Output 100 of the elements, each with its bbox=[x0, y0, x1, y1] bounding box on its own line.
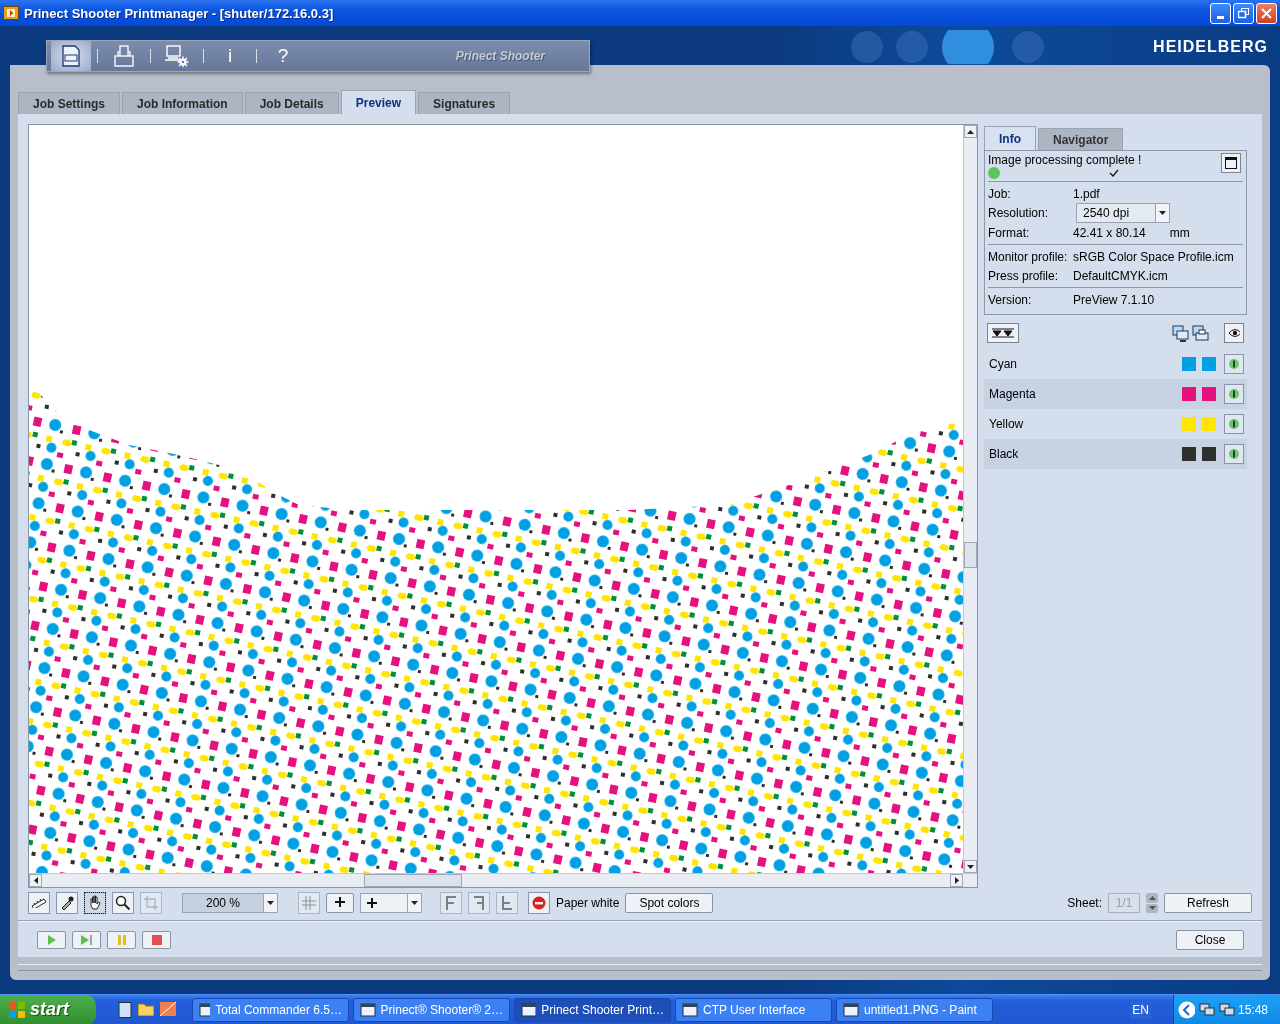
step-button[interactable] bbox=[72, 931, 101, 949]
calculator-icon[interactable] bbox=[118, 1001, 132, 1018]
info-label: Resolution: bbox=[988, 206, 1050, 220]
brand-logo: HEIDELBERG bbox=[1153, 38, 1268, 57]
close-button[interactable]: Close bbox=[1176, 930, 1244, 950]
checkmark-icon bbox=[1109, 169, 1119, 177]
toolbar-button[interactable]: ? bbox=[263, 41, 303, 71]
corner-mark-icon bbox=[501, 896, 513, 910]
pause-button[interactable] bbox=[107, 931, 136, 949]
paper-tone-label: Paper white bbox=[556, 896, 620, 910]
eyedropper-tool-button[interactable] bbox=[56, 892, 78, 914]
sheet-spinner[interactable] bbox=[1146, 893, 1158, 913]
taskbar-button[interactable]: untitled1.PNG - Paint bbox=[836, 997, 993, 1022]
app-icon bbox=[360, 1001, 376, 1018]
magnifier-icon bbox=[115, 895, 131, 911]
taskbar-button[interactable]: Prinect Shooter Print… bbox=[514, 997, 671, 1022]
eye-icon bbox=[1228, 328, 1240, 338]
magnifier-tool-button[interactable] bbox=[112, 892, 134, 914]
grid-icon bbox=[302, 896, 316, 910]
document-icon bbox=[62, 45, 80, 67]
taskbar-button[interactable]: Prinect® Shooter® 2… bbox=[353, 997, 510, 1022]
scroll-up-button[interactable] bbox=[964, 125, 977, 138]
corner-mark-icon bbox=[473, 896, 485, 910]
tab[interactable]: Preview bbox=[340, 90, 417, 114]
taskbar-button[interactable]: Total Commander 6.5… bbox=[192, 997, 349, 1022]
indicator-icon bbox=[1228, 358, 1240, 370]
ruler-tool-button[interactable] bbox=[28, 892, 50, 914]
corner-mark-button[interactable] bbox=[496, 892, 518, 914]
tab[interactable]: Job Details bbox=[244, 92, 339, 114]
visibility-toggle[interactable] bbox=[1224, 384, 1244, 404]
minimize-icon bbox=[1217, 15, 1224, 19]
zoom-dropdown[interactable]: 200 % bbox=[182, 893, 278, 913]
crop-icon bbox=[144, 896, 158, 910]
language-indicator[interactable]: EN bbox=[1130, 1000, 1151, 1019]
printer-icon bbox=[1192, 324, 1209, 342]
folder-icon[interactable] bbox=[138, 1001, 154, 1016]
visibility-toggle[interactable] bbox=[1224, 354, 1244, 374]
unit-label: mm bbox=[1169, 225, 1190, 240]
corner-mark-button[interactable] bbox=[468, 892, 490, 914]
indicator-icon bbox=[1228, 448, 1240, 460]
network-icon[interactable] bbox=[1217, 1001, 1235, 1018]
hand-icon bbox=[88, 895, 102, 911]
tab[interactable]: Info bbox=[984, 126, 1036, 150]
tab[interactable]: Job Settings bbox=[18, 92, 120, 114]
separation-name: Yellow bbox=[989, 417, 1025, 431]
paper-tone-toggle[interactable] bbox=[528, 892, 550, 914]
double-caret-icon bbox=[991, 328, 1015, 338]
scroll-thumb[interactable] bbox=[964, 542, 977, 568]
maximize-button[interactable] bbox=[1221, 153, 1241, 173]
expand-tray-icon[interactable] bbox=[1178, 1000, 1195, 1019]
caret-up-icon bbox=[967, 129, 974, 134]
mark-dropdown[interactable] bbox=[360, 893, 422, 913]
collapse-button[interactable] bbox=[987, 323, 1019, 343]
sheet-label: Sheet: bbox=[1067, 896, 1102, 910]
scroll-left-button[interactable] bbox=[29, 874, 42, 887]
restore-icon bbox=[1238, 7, 1249, 19]
corner-mark-button[interactable] bbox=[440, 892, 462, 914]
hand-tool-button[interactable] bbox=[84, 892, 106, 914]
windows-logo-icon bbox=[8, 1000, 26, 1019]
indicator-icon bbox=[1228, 418, 1240, 430]
play-button[interactable] bbox=[37, 931, 66, 949]
add-mark-button[interactable] bbox=[326, 893, 354, 913]
resolution-dropdown[interactable]: 2540 dpi bbox=[1076, 203, 1170, 223]
tab[interactable]: Signatures bbox=[418, 92, 511, 114]
close-button[interactable] bbox=[1256, 2, 1277, 24]
info-label: Press profile: bbox=[988, 268, 1060, 283]
minimize-button[interactable] bbox=[1210, 2, 1231, 24]
tab[interactable]: Navigator bbox=[1038, 128, 1124, 150]
spot-colors-button[interactable]: Spot colors bbox=[625, 893, 714, 913]
play-icon bbox=[46, 935, 57, 945]
computer-gear-icon bbox=[165, 45, 189, 67]
window-title: Prinect Shooter Printmanager - [shuter/172.16.0.3] bbox=[24, 5, 335, 21]
stop-button[interactable] bbox=[142, 931, 171, 949]
scroll-thumb[interactable] bbox=[364, 874, 462, 887]
toolbar-button[interactable]: i bbox=[210, 41, 250, 71]
taskbar-button[interactable]: CTP User Interface bbox=[675, 997, 832, 1022]
caret-down-icon bbox=[1148, 906, 1156, 911]
plus-icon bbox=[335, 897, 345, 907]
eye-button[interactable] bbox=[1224, 323, 1244, 343]
refresh-button[interactable]: Refresh bbox=[1164, 893, 1252, 913]
minus-circle-icon bbox=[532, 896, 546, 910]
document-tool-button[interactable] bbox=[51, 41, 91, 71]
info-label: Job: bbox=[988, 186, 1012, 201]
indicator-icon bbox=[1228, 388, 1240, 400]
scroll-down-button[interactable] bbox=[964, 860, 977, 873]
info-value: 42.41 x 80.14 bbox=[1073, 225, 1146, 240]
visibility-toggle[interactable] bbox=[1224, 414, 1244, 434]
restore-button[interactable] bbox=[1233, 2, 1254, 24]
app-icon bbox=[3, 6, 19, 20]
caret-down-icon bbox=[267, 901, 274, 905]
tab[interactable]: Job Information bbox=[122, 92, 243, 114]
separation-name: Cyan bbox=[989, 357, 1018, 371]
network-icon[interactable] bbox=[1198, 1001, 1215, 1018]
visibility-toggle[interactable] bbox=[1224, 444, 1244, 464]
close-icon bbox=[1261, 7, 1272, 19]
info-value: DefaultCMYK.icm bbox=[1073, 268, 1168, 283]
clock: 15:48 bbox=[1237, 1002, 1268, 1017]
eyedropper-icon bbox=[60, 896, 74, 910]
scroll-right-button[interactable] bbox=[950, 874, 963, 887]
app-icon[interactable] bbox=[160, 1001, 176, 1016]
